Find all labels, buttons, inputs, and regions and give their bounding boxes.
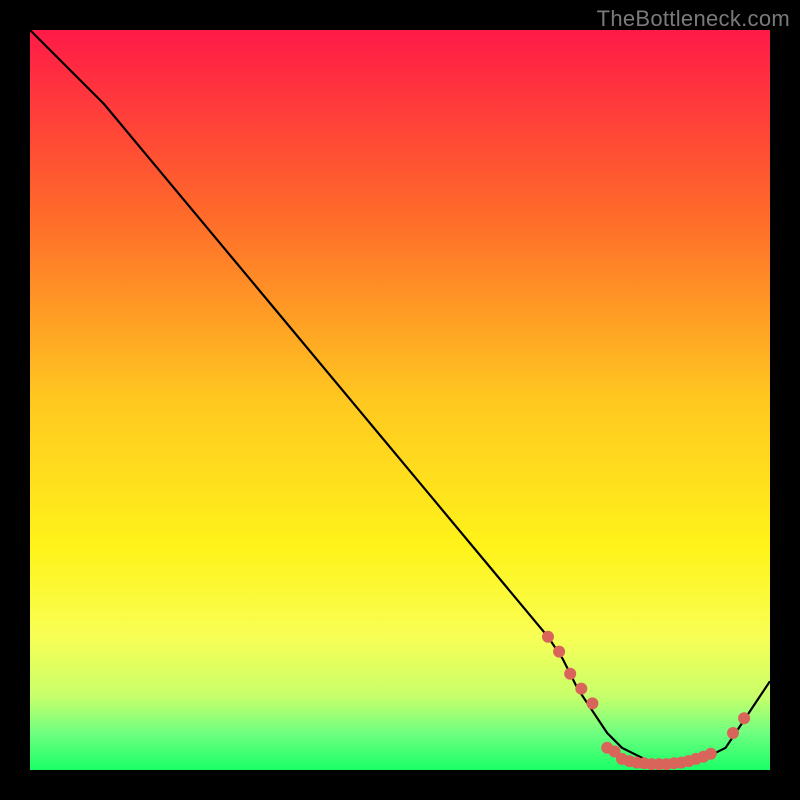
marker-point [738,712,750,724]
marker-point [575,683,587,695]
marker-point [564,668,576,680]
chart-svg [30,30,770,770]
watermark-text: TheBottleneck.com [597,6,790,32]
marker-point [586,697,598,709]
marker-point [727,727,739,739]
gradient-background [30,30,770,770]
marker-point [705,748,717,760]
chart-frame: TheBottleneck.com [0,0,800,800]
marker-point [542,631,554,643]
marker-point [553,646,565,658]
chart-plot-area [30,30,770,770]
